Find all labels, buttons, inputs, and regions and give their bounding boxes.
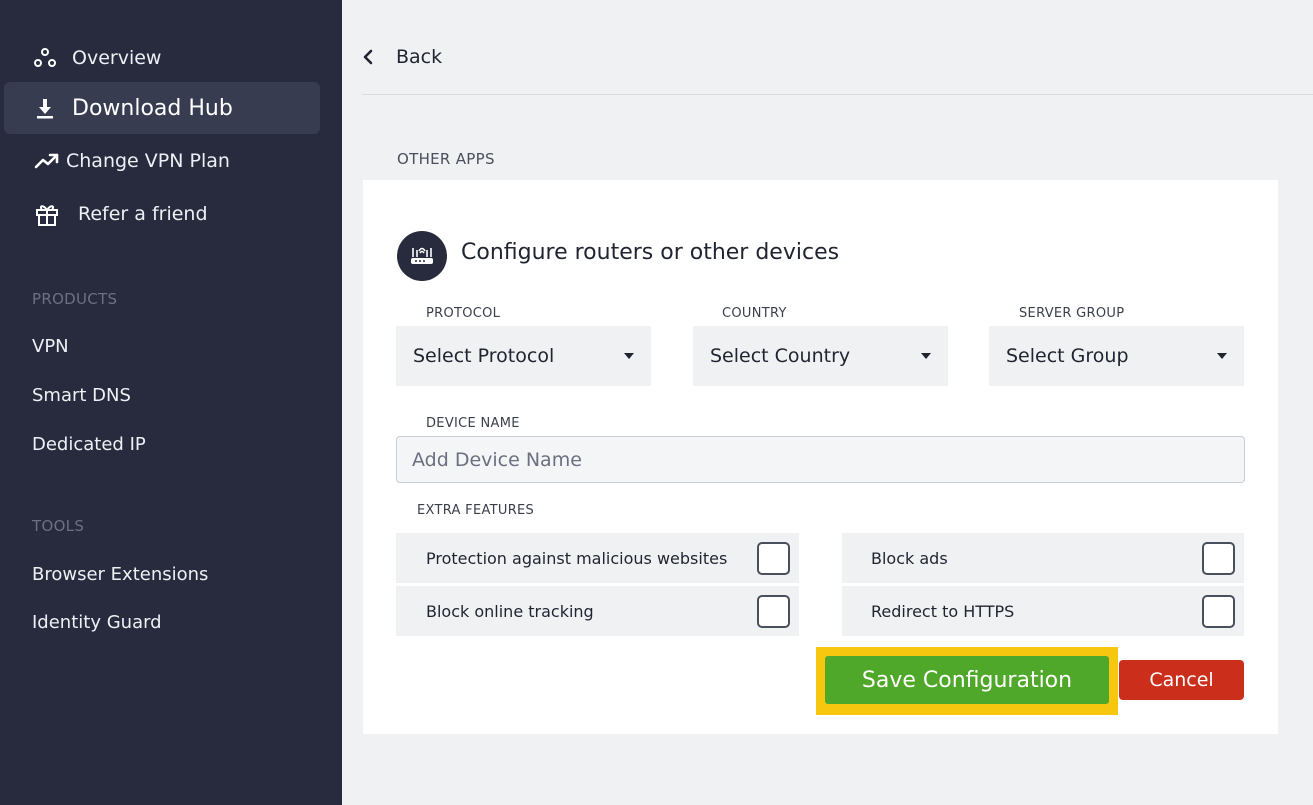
feature-label: Block online tracking [426, 601, 594, 621]
card-title: Configure routers or other devices [461, 240, 840, 265]
feature-label: Protection against malicious websites [426, 548, 728, 568]
sidebar-item-vpn[interactable]: VPN [32, 336, 69, 357]
header-divider [362, 94, 1313, 95]
nav-label-download-hub: Download Hub [72, 95, 233, 121]
router-icon [397, 231, 447, 281]
server-group-select[interactable]: Select Group [989, 326, 1244, 386]
back-button[interactable]: Back [362, 46, 442, 68]
feature-row-redirect-https: Redirect to HTTPS [842, 586, 1244, 636]
country-select-value: Select Country [710, 345, 851, 367]
nav-item-change-vpn-plan[interactable]: Change VPN Plan [4, 135, 320, 187]
section-heading: OTHER APPS [397, 150, 495, 168]
nav-item-refer-a-friend[interactable]: Refer a friend [4, 188, 320, 240]
nav-item-download-hub[interactable]: Download Hub [4, 82, 320, 134]
feature-row-block-ads: Block ads [842, 533, 1244, 583]
malicious-protection-checkbox[interactable] [757, 542, 790, 575]
nav-label-overview: Overview [72, 47, 162, 69]
nav-item-overview[interactable]: Overview [4, 32, 320, 84]
download-icon [32, 95, 58, 121]
block-tracking-checkbox[interactable] [757, 595, 790, 628]
sidebar-item-smart-dns[interactable]: Smart DNS [32, 385, 131, 406]
sidebar-item-browser-extensions[interactable]: Browser Extensions [32, 564, 208, 585]
trending-up-icon [34, 148, 60, 174]
extra-features-label: EXTRA FEATURES [417, 503, 535, 518]
products-heading: PRODUCTS [32, 290, 118, 308]
redirect-https-checkbox[interactable] [1202, 595, 1235, 628]
country-select[interactable]: Select Country [693, 326, 948, 386]
feature-label: Redirect to HTTPS [871, 601, 1015, 621]
feature-label: Block ads [871, 548, 948, 568]
sidebar: Overview Download Hub Change VPN Plan Re… [0, 0, 342, 805]
overview-icon [32, 45, 58, 71]
device-name-label: DEVICE NAME [426, 416, 520, 431]
device-name-input[interactable] [396, 436, 1245, 483]
caret-down-icon [921, 353, 931, 359]
feature-row-malicious-protection: Protection against malicious websites [396, 533, 799, 583]
country-label: COUNTRY [722, 306, 787, 321]
server-group-select-value: Select Group [1006, 345, 1129, 367]
protocol-label: PROTOCOL [426, 306, 501, 321]
server-group-label: SERVER GROUP [1019, 306, 1125, 321]
nav-label-change-vpn-plan: Change VPN Plan [66, 150, 230, 172]
chevron-left-icon [362, 47, 376, 67]
nav-label-refer-a-friend: Refer a friend [78, 203, 208, 225]
block-ads-checkbox[interactable] [1202, 542, 1235, 575]
sidebar-item-identity-guard[interactable]: Identity Guard [32, 612, 162, 633]
sidebar-item-dedicated-ip[interactable]: Dedicated IP [32, 434, 146, 455]
caret-down-icon [1217, 353, 1227, 359]
feature-row-block-tracking: Block online tracking [396, 586, 799, 636]
gift-icon [34, 201, 60, 227]
tools-heading: TOOLS [32, 517, 85, 535]
protocol-select-value: Select Protocol [413, 345, 555, 367]
caret-down-icon [624, 353, 634, 359]
save-configuration-button[interactable]: Save Configuration [825, 656, 1109, 704]
back-label: Back [396, 46, 443, 68]
protocol-select[interactable]: Select Protocol [396, 326, 651, 386]
cancel-button[interactable]: Cancel [1119, 660, 1244, 700]
